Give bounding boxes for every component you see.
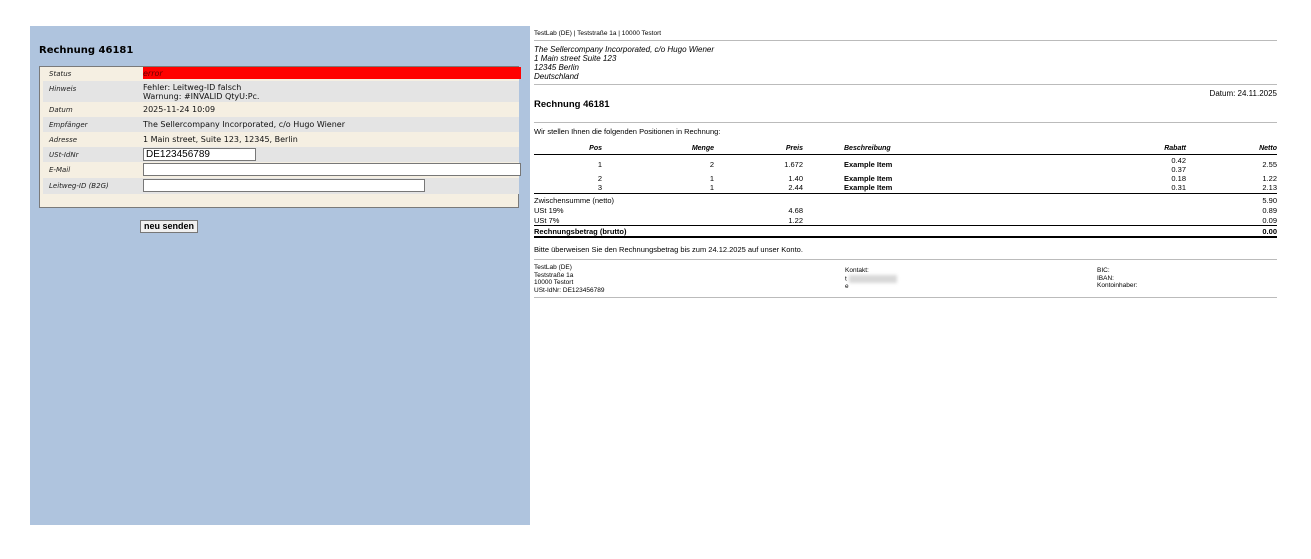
total-label: Rechnungsbetrag (brutto) (534, 227, 627, 236)
recipient-line: 12345 Berlin (534, 63, 579, 72)
email-row: E-Mail (43, 162, 521, 178)
item-netto: 2.13 (1262, 183, 1277, 192)
col-menge: Menge (691, 145, 714, 152)
footer-line: USt-IdNr: DE123456789 (534, 286, 605, 294)
payment-note: Bitte überweisen Sie den Rechnungsbetrag… (534, 245, 803, 254)
datum-value: 2025-11-24 10:09 (143, 105, 216, 114)
adresse-label: Adresse (49, 136, 78, 144)
status-label: Status (49, 70, 72, 78)
footer-contact: Kontakt: t e (845, 267, 897, 290)
footer-iban: IBAN: (1097, 274, 1114, 282)
item-pos: 1 (597, 160, 602, 169)
total-value: 0.00 (1262, 227, 1277, 236)
subtotal-label: Zwischensumme (netto) (534, 196, 615, 205)
col-netto: Netto (1259, 145, 1277, 152)
hinweis-label: Hinweis (49, 85, 77, 93)
divider (534, 122, 1277, 123)
totals-rule (534, 225, 1277, 226)
total-double-rule (534, 236, 1277, 238)
vat7-value: 0.09 (1262, 216, 1277, 225)
divider (534, 84, 1277, 85)
recipient-line: 1 Main street Suite 123 (534, 54, 617, 63)
vat19-label: USt 19% (534, 206, 564, 215)
item-rabatt: 0.42 (1171, 156, 1186, 165)
divider (534, 297, 1277, 298)
adresse-row: Adresse 1 Main street, Suite 123, 12345,… (43, 132, 519, 147)
divider (534, 259, 1277, 260)
invoice-title: Rechnung 46181 (534, 99, 610, 110)
status-badge (143, 67, 521, 79)
leitweg-input[interactable] (143, 179, 425, 192)
ustid-row: USt-IdNr DE123456789 (43, 147, 519, 162)
footer-kontoinhaber: Kontoinhaber: (1097, 282, 1138, 289)
datum-label: Datum (49, 106, 73, 114)
item-beschreibung: Example Item (844, 183, 893, 192)
ustid-label: USt-IdNr (49, 151, 79, 159)
status-row: Status error (43, 67, 521, 81)
footer-company: TestLab (DE) Teststraße 1a 10000 Testort… (534, 264, 604, 294)
hinweis-line2: Warnung: #INVALID QtyU:Pc. (143, 92, 260, 101)
col-preis: Preis (785, 145, 803, 152)
empfaenger-label: Empfänger (49, 121, 88, 129)
footer-kontakt: Kontakt: (845, 267, 869, 274)
ustid-input[interactable]: DE123456789 (143, 148, 256, 161)
item-menge: 1 (709, 174, 714, 183)
vat7-label: USt 7% (534, 216, 560, 225)
status-value: error (143, 69, 163, 78)
table-header-rule (534, 154, 1277, 155)
redacted-phone (848, 274, 897, 283)
item-rabatt: 0.31 (1171, 183, 1186, 192)
hinweis-line1: Fehler: Leitweg-ID falsch (143, 83, 242, 92)
footer-bank: BIC: IBAN: Kontoinhaber: (1097, 267, 1137, 290)
item-preis: 2.44 (788, 183, 803, 192)
recipient-address: The Sellercompany Incorporated, c/o Hugo… (534, 45, 714, 81)
col-pos: Pos (589, 145, 602, 152)
invoice-intro: Wir stellen Ihnen die folgenden Position… (534, 127, 721, 136)
item-pos: 2 (597, 174, 602, 183)
footer-bic: BIC: (1097, 267, 1110, 274)
leitweg-row: Leitweg-ID (B2G) (43, 178, 519, 194)
form-title: Rechnung 46181 (39, 45, 134, 56)
footer-line: 10000 Testort (534, 279, 574, 286)
leitweg-label: Leitweg-ID (B2G) (49, 182, 109, 190)
empfaenger-row: Empfänger The Sellercompany Incorporated… (43, 117, 519, 132)
col-rabatt: Rabatt (1164, 145, 1186, 152)
item-rabatt: 0.37 (1171, 165, 1186, 174)
item-pos: 3 (597, 183, 602, 192)
footer-line: TestLab (DE) (534, 264, 572, 271)
divider (534, 40, 1277, 41)
item-preis: 1.672 (784, 160, 803, 169)
item-menge: 1 (709, 183, 714, 192)
adresse-value: 1 Main street, Suite 123, 12345, Berlin (143, 135, 298, 144)
footer-email-label: e (845, 282, 849, 290)
invoice-preview: TestLab (DE) | Teststraße 1a | 10000 Tes… (530, 26, 1281, 525)
vat19-value: 0.89 (1262, 206, 1277, 215)
items-end-rule (534, 193, 1277, 194)
empfaenger-value: The Sellercompany Incorporated, c/o Hugo… (143, 120, 346, 129)
invoice-date: Datum: 24.11.2025 (1209, 89, 1277, 98)
item-menge: 2 (709, 160, 714, 169)
item-rabatt: 0.18 (1171, 174, 1186, 183)
email-input[interactable] (143, 163, 521, 176)
hinweis-row: Hinweis Fehler: Leitweg-ID falsch Warnun… (43, 81, 519, 102)
invoice-details-card: Status error Hinweis Fehler: Leitweg-ID … (39, 66, 521, 233)
item-netto: 2.55 (1262, 160, 1277, 169)
recipient-line: Deutschland (534, 72, 579, 81)
invoice-form-panel: Rechnung 46181 Status error Hinweis Fehl… (30, 26, 530, 525)
item-preis: 1.40 (788, 174, 803, 183)
item-beschreibung: Example Item (844, 160, 893, 169)
email-label: E-Mail (49, 166, 71, 174)
resend-button[interactable]: neu senden (140, 220, 199, 233)
recipient-line: The Sellercompany Incorporated, c/o Hugo… (534, 45, 715, 54)
item-beschreibung: Example Item (844, 174, 893, 183)
col-beschreibung: Beschreibung (844, 145, 891, 152)
vat19-base: 4.68 (788, 206, 803, 215)
sender-line: TestLab (DE) | Teststraße 1a | 10000 Tes… (534, 30, 662, 37)
item-netto: 1.22 (1262, 174, 1277, 183)
subtotal-value: 5.90 (1262, 196, 1277, 205)
vat7-base: 1.22 (788, 216, 803, 225)
footer-phone-label: t (845, 275, 847, 283)
datum-row: Datum 2025-11-24 10:09 (43, 102, 519, 117)
footer-line: Teststraße 1a (534, 271, 574, 279)
